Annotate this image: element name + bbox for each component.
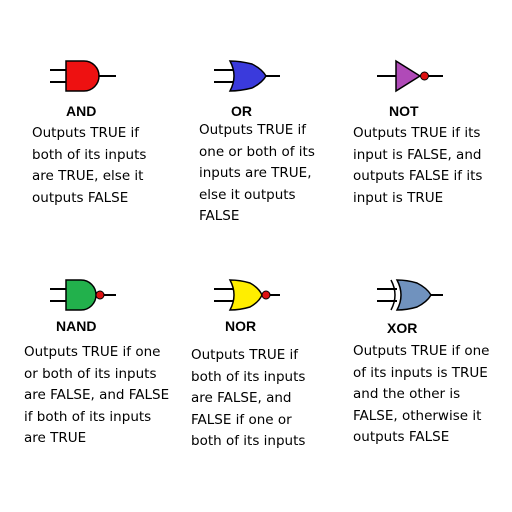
nand-gate-icon [50,279,116,311]
gate-label-xor: XOR [387,320,418,336]
gate-label-or: OR [231,103,252,119]
gate-description-nor: Outputs TRUE if both of its inputs are F… [191,345,305,453]
gate-description-not: Outputs TRUE if its input is FALSE, and … [353,123,482,209]
description-line: FALSE if one or [191,411,292,428]
description-line: or both of its inputs [24,365,157,382]
description-line: FALSE [199,208,240,224]
nor-gate-icon [214,279,280,311]
gate-label-and: AND [66,103,97,119]
gate-label-nor: NOR [225,318,257,334]
description-line: Outputs TRUE if [32,125,140,141]
description-line: if both of its inputs [24,408,152,425]
or-gate-icon [214,60,280,92]
description-line: outputs FALSE [353,429,450,445]
description-line: Outputs TRUE if one [353,343,490,359]
description-line: are TRUE [24,430,87,446]
description-line: inputs are TRUE, [199,165,312,181]
gate-description-xor: Outputs TRUE if one of its inputs is TRU… [353,341,489,449]
description-line: one or both of its [199,143,315,160]
gate-description-or: Outputs TRUE if one or both of its input… [199,120,315,228]
description-line: both of its inputs [191,433,306,449]
description-line: are TRUE, else it [32,168,144,184]
gate-description-and: Outputs TRUE if both of its inputs are T… [32,123,146,209]
description-line: outputs FALSE [32,189,129,206]
logic-gates-diagram: AND Outputs TRUE if both of its inputs a… [0,0,512,512]
gate-description-nand: Outputs TRUE if one or both of its input… [24,342,169,450]
xor-gate-icon [377,279,443,311]
description-line: and the other is [353,386,461,402]
description-line: input is TRUE [353,189,444,206]
description-line: of its inputs is TRUE [353,364,488,381]
gate-label-nand: NAND [56,318,97,334]
description-line: Outputs TRUE if one [24,344,161,360]
description-line: both of its inputs [191,368,306,385]
description-line: else it outputs [199,186,296,203]
description-line: input is FALSE, and [353,146,482,163]
description-line: outputs FALSE if its [353,168,483,184]
not-gate-icon [377,59,443,93]
description-line: both of its inputs [32,146,147,163]
gate-label-not: NOT [389,103,419,119]
and-gate-icon [50,60,116,92]
description-line: Outputs TRUE if [191,347,299,363]
description-line: are FALSE, and [191,390,292,406]
description-line: are FALSE, and FALSE [24,387,170,403]
description-line: Outputs TRUE if its [353,125,481,141]
description-line: Outputs TRUE if [199,122,307,138]
description-line: FALSE, otherwise it [353,407,482,424]
